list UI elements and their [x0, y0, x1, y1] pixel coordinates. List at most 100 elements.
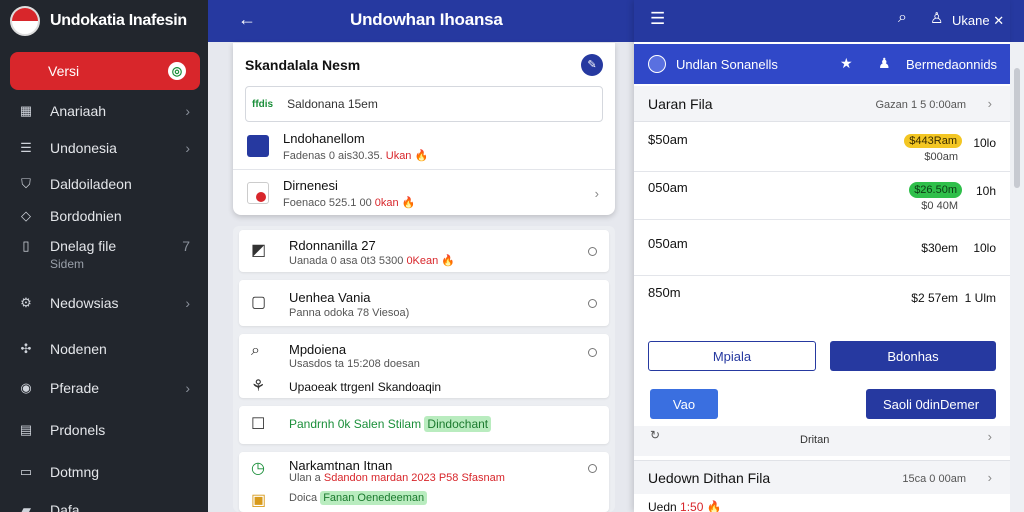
user-icon[interactable]: ♙: [930, 9, 943, 27]
radio-button[interactable]: [588, 247, 597, 256]
sidebar-item-nodenen[interactable]: ✣ Nodenen: [0, 339, 208, 359]
sidebar-item-pferade[interactable]: ◉ Pferade ›: [0, 378, 208, 398]
list-item[interactable]: ◩ Rdonnanilla 27 Uanada 0 asa 0t3 5300 0…: [239, 230, 609, 272]
filter-label[interactable]: Undlan Sonanells: [676, 57, 778, 72]
app-title: Undokatia Inafesin: [50, 12, 187, 29]
fare-row[interactable]: 050am $26.50m $0 40M 10h: [634, 172, 1010, 220]
sidebar-item-bordodnien[interactable]: ◇ Bordodnien: [0, 206, 208, 226]
list-item[interactable]: ◷ Narkamtnan Itnan Ulan a Sdandon mardan…: [239, 452, 609, 512]
search-field[interactable]: ffdis: [245, 86, 603, 122]
partial-row[interactable]: Uedn 1:50 🔥: [648, 500, 722, 512]
small-action-button[interactable]: Vao: [650, 389, 718, 419]
fare-sub: $00am: [924, 151, 958, 163]
sidebar-item-label: Versi: [48, 63, 80, 79]
folder-icon: ▰: [21, 502, 31, 512]
result-title: Lndohanellom: [283, 131, 365, 146]
search-icon: ⌕: [251, 342, 260, 359]
sidebar-item-nedowsias[interactable]: ⚙ Nedowsias ›: [0, 293, 208, 313]
right-panel: ☰ ⌕ ♙ Ukane ✕ Undlan Sonanells ★ ♟ Berme…: [634, 0, 1010, 512]
submit-button[interactable]: Saoli 0dinDemer: [866, 389, 996, 419]
sidebar-item-dotmng[interactable]: ▭ Dotmng: [0, 462, 208, 482]
search-input[interactable]: [287, 97, 588, 111]
radio-button[interactable]: [588, 348, 597, 357]
section-title: Uaran Fila: [648, 96, 713, 112]
price-pill: $443Ram: [904, 134, 962, 148]
list-item-extra: Doica Fanan Oenedeeman: [289, 491, 428, 505]
fare-duration: 10lo: [973, 241, 996, 255]
result-detail: Foenaco 525.1 00 0kan 🔥: [283, 197, 416, 209]
radio-button[interactable]: [588, 299, 597, 308]
fare-time: 050am: [648, 236, 688, 251]
filter-label-2[interactable]: Bermedaonnids: [906, 57, 997, 72]
footer-row[interactable]: ↻ Dritan ›: [634, 426, 1010, 456]
list-item[interactable]: ⌕ Mpdoiena Usasdos ta 15:208 doesan ⚘ Up…: [239, 334, 609, 398]
section-subtitle: 15ca 0 00am: [902, 473, 966, 485]
item-list: ◩ Rdonnanilla 27 Uanada 0 asa 0t3 5300 0…: [233, 226, 615, 512]
list-item[interactable]: ☐ Pandrnh 0k Salen Stilam Dindochant: [239, 406, 609, 444]
list-item[interactable]: ▢ Uenhea Vania Panna odoka 78 Viesoa): [239, 280, 609, 326]
search-icon[interactable]: ⌕: [898, 9, 907, 27]
sidebar-item-label: Nedowsias: [50, 295, 119, 311]
section-header[interactable]: Uedown Dithan Fila 15ca 0 00am ›: [634, 460, 1010, 494]
divider: [233, 169, 615, 170]
sidebar-item-anariaah[interactable]: ▦ Anariaah ›: [0, 101, 208, 121]
sidebar-item-active[interactable]: Versi ◎: [10, 52, 200, 90]
fare-duration: 10h: [975, 184, 996, 198]
section-header[interactable]: Uaran Fila Gazan 1 5 0:00am ›: [634, 86, 1010, 122]
person-icon[interactable]: ♟: [878, 55, 891, 72]
record-icon: [247, 182, 269, 204]
back-arrow-icon[interactable]: ←: [238, 9, 256, 30]
sidebar-item-counter: 7: [182, 238, 190, 254]
fare-time: 850m: [648, 285, 681, 300]
search-result-row[interactable]: Dirnenesi Foenaco 525.1 00 0kan 🔥 ›: [247, 178, 603, 212]
primary-button[interactable]: Bdonhas: [830, 341, 996, 371]
search-tag: ffdis: [252, 98, 274, 110]
list-item-title: Rdonnanilla 27: [289, 238, 376, 253]
fare-duration: 1 Ulm: [964, 291, 996, 305]
refresh-icon[interactable]: ↻: [650, 428, 660, 442]
sidebar-item-label: Nodenen: [50, 341, 107, 357]
chevron-right-icon: ›: [185, 140, 190, 156]
star-icon[interactable]: ★: [840, 55, 853, 72]
chevron-right-icon: ›: [594, 186, 599, 201]
sidebar-item-undonesia[interactable]: ☰ Undonesia ›: [0, 138, 208, 158]
sidebar-item-dnelag-file[interactable]: ▯ Dnelag file 7: [0, 236, 208, 256]
sidebar-item-prdonels[interactable]: ▤ Prdonels: [0, 420, 208, 440]
user-name[interactable]: Ukane ✕: [952, 13, 1004, 29]
fare-price: $30em: [921, 241, 958, 255]
fare-row[interactable]: 050am $30em 10lo: [634, 226, 1010, 276]
scrollbar[interactable]: [1010, 42, 1024, 512]
sidebar-item-dafa[interactable]: ▰ Dafa: [0, 500, 208, 512]
search-card: Skandalala Nesm ✎ ffdis Lndohanellom Fad…: [233, 43, 615, 215]
puzzle-icon: ✣: [20, 341, 32, 356]
scrollbar-thumb[interactable]: [1014, 68, 1020, 188]
search-result-row[interactable]: Lndohanellom Fadenas 0 ais30.35. Ukan 🔥: [247, 131, 603, 167]
wand-icon: ⚘: [251, 378, 266, 395]
radio-button[interactable]: [588, 464, 597, 473]
sidebar-item-label: Pferade: [50, 380, 100, 396]
sidebar-item-daldoiladeon[interactable]: ⛉ Daldoiladeon: [0, 174, 208, 194]
check-badge-icon: ◎: [168, 62, 186, 80]
fare-sub: $0 40M: [921, 200, 958, 212]
list-item-detail: Panna odoka 78 Viesoa): [289, 307, 410, 319]
sidebar-item-label: Bordodnien: [50, 208, 122, 224]
outline-button[interactable]: Mpiala: [648, 341, 816, 371]
fare-row[interactable]: $50am $443Ram $00am 10lo: [634, 122, 1010, 172]
sidebar-item-label: Dnelag file: [50, 238, 117, 254]
checkbox-icon[interactable]: ☐: [251, 414, 265, 434]
chevron-right-icon: ›: [185, 380, 190, 396]
filter-bar: Undlan Sonanells ★ ♟ Bermedaonnids: [634, 44, 1010, 84]
menu-icon[interactable]: ☰: [650, 9, 665, 29]
fare-row[interactable]: 850m $2 57em 1 Ulm: [634, 276, 1010, 330]
chevron-right-icon: ›: [987, 429, 992, 444]
list-item-title: Narkamtnan Itnan: [289, 458, 393, 473]
result-detail: Fadenas 0 ais30.35. Ukan 🔥: [283, 150, 429, 162]
price-pill: $26.50m: [909, 182, 962, 198]
footer-label: Dritan: [800, 434, 830, 446]
chat-icon: [247, 135, 269, 157]
app-logo[interactable]: [10, 6, 40, 36]
pin-icon[interactable]: ✎: [581, 54, 603, 76]
list-item-extra: Upaoeak ttrgenI Skandoaqin: [289, 380, 442, 394]
fare-duration: 10lo: [973, 136, 996, 150]
chevron-right-icon: ›: [185, 295, 190, 311]
